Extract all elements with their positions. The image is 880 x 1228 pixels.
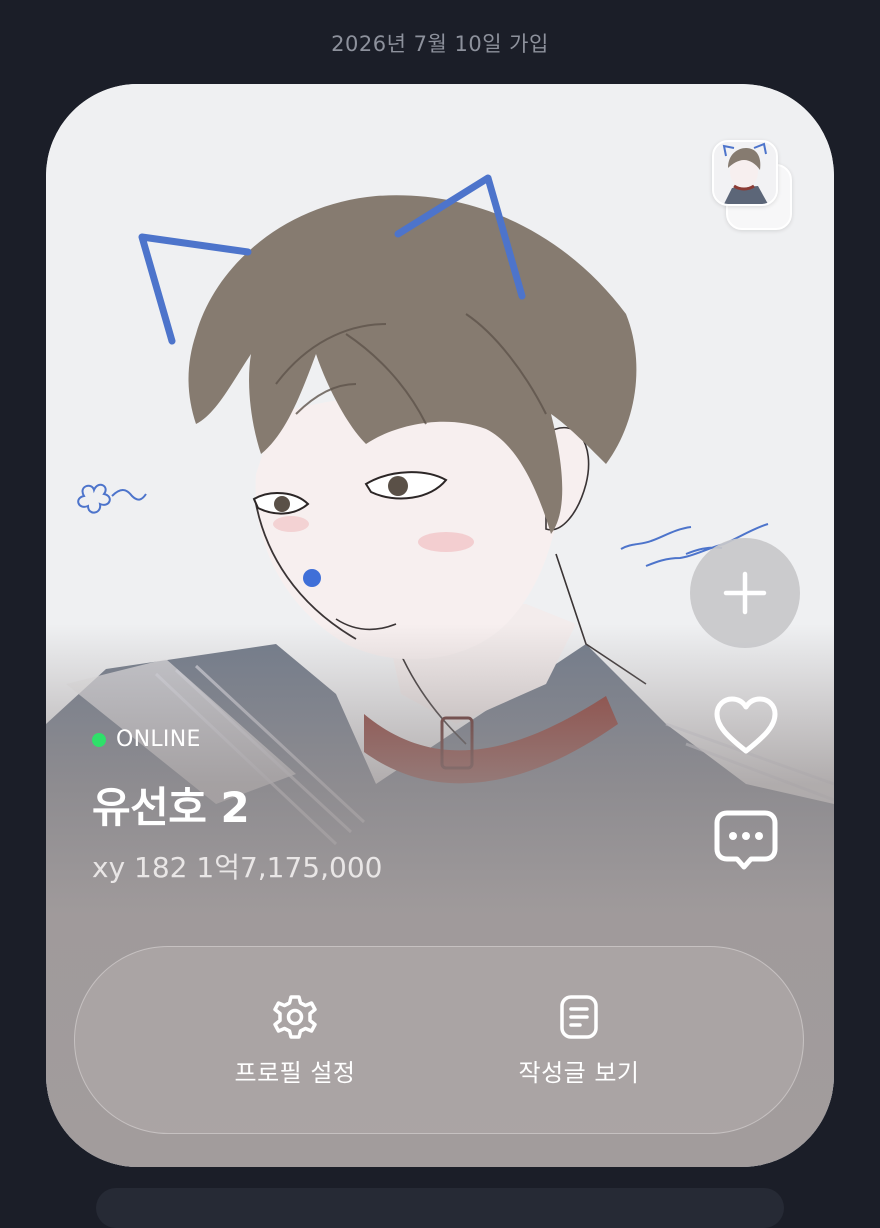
profile-actions: 프로필 설정 작성글 보기 — [74, 946, 804, 1134]
heart-icon — [714, 696, 778, 754]
online-status: ONLINE — [92, 727, 201, 752]
add-button[interactable] — [690, 538, 800, 648]
view-posts-label: 작성글 보기 — [518, 1059, 640, 1087]
like-button[interactable] — [710, 692, 782, 760]
photo-stack[interactable] — [712, 140, 792, 232]
join-date: 2026년 7월 10일 가입 — [331, 32, 549, 56]
profile-name: 유선호 2 — [92, 783, 250, 832]
chat-button[interactable] — [710, 806, 782, 876]
plus-icon — [723, 571, 767, 615]
thumbnail-image — [714, 142, 776, 204]
view-posts-button[interactable]: 작성글 보기 — [459, 947, 699, 1135]
gear-icon — [273, 995, 317, 1039]
photo-thumbnail[interactable] — [712, 140, 778, 206]
online-dot — [92, 732, 106, 747]
profile-info: xy 182 1억7,175,000 — [92, 851, 383, 884]
profile-settings-label: 프로필 설정 — [234, 1059, 356, 1087]
document-icon — [560, 995, 598, 1039]
chat-bubble-icon — [714, 810, 778, 870]
profile-card: ONLINE 유선호 2 xy 182 1억7,175,000 프로필 설정 작… — [46, 84, 834, 1167]
next-card-peek — [96, 1188, 784, 1228]
profile-settings-button[interactable]: 프로필 설정 — [175, 947, 415, 1135]
status-label: ONLINE — [116, 727, 201, 752]
